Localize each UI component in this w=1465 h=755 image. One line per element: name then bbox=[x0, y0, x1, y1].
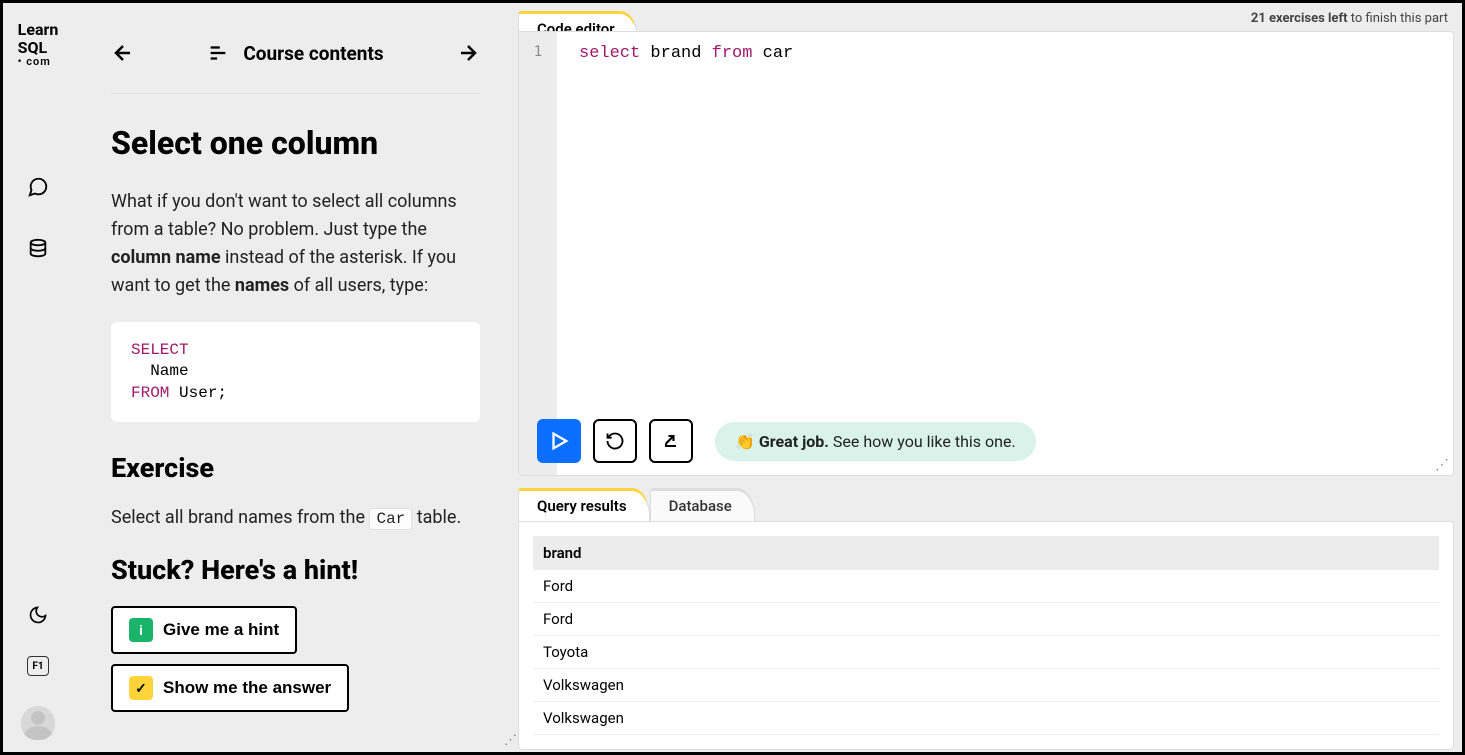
table-row: Ford bbox=[533, 603, 1439, 636]
table-row: Volkswagen bbox=[533, 702, 1439, 735]
code-editor[interactable]: 1 select brand from car 👏 Great job. See… bbox=[518, 31, 1454, 476]
table-row: Toyota bbox=[533, 636, 1439, 669]
results-table: brand FordFordToyotaVolkswagenVolkswagen bbox=[518, 521, 1454, 750]
avatar[interactable] bbox=[21, 706, 55, 740]
feedback-message: 👏 Great job. See how you like this one. bbox=[715, 422, 1036, 461]
editor-resize-handle[interactable]: ⋰ bbox=[1435, 457, 1449, 473]
lightbulb-icon: i bbox=[129, 618, 153, 642]
exercise-text: Select all brand names from the Car tabl… bbox=[111, 504, 480, 532]
help-f1-button[interactable]: F1 bbox=[27, 656, 49, 676]
check-icon: ✓ bbox=[129, 676, 153, 700]
column-header: brand bbox=[533, 536, 1439, 570]
course-contents-button[interactable]: Course contents bbox=[207, 42, 383, 65]
logo[interactable]: Learn SQL • com bbox=[18, 13, 59, 76]
exercises-left: 21 exercises left to finish this part bbox=[1251, 11, 1448, 26]
hint-heading: Stuck? Here's a hint! bbox=[111, 554, 480, 586]
panel-resize-handle[interactable]: ⋰ bbox=[504, 738, 516, 750]
table-row: Ford bbox=[533, 570, 1439, 603]
share-button[interactable] bbox=[649, 419, 693, 463]
table-row: Volkswagen bbox=[533, 669, 1439, 702]
exercise-heading: Exercise bbox=[111, 452, 480, 484]
hint-button[interactable]: i Give me a hint bbox=[111, 606, 297, 654]
reset-button[interactable] bbox=[593, 419, 637, 463]
code-content[interactable]: select brand from car bbox=[579, 44, 793, 63]
database-icon[interactable] bbox=[27, 238, 49, 260]
moon-icon[interactable] bbox=[27, 604, 49, 626]
chat-icon[interactable] bbox=[27, 176, 49, 198]
hint-button-label: Give me a hint bbox=[163, 620, 279, 640]
lesson-title: Select one column bbox=[111, 124, 480, 162]
answer-button[interactable]: ✓ Show me the answer bbox=[111, 664, 349, 712]
database-tab[interactable]: Database bbox=[650, 488, 755, 521]
course-contents-label: Course contents bbox=[243, 42, 383, 65]
line-gutter: 1 bbox=[519, 32, 557, 475]
example-code: SELECT Name FROM User; bbox=[111, 322, 480, 423]
query-results-tab[interactable]: Query results bbox=[518, 488, 650, 521]
prev-button[interactable] bbox=[111, 41, 135, 65]
lesson-paragraph: What if you don't want to select all col… bbox=[111, 188, 480, 300]
answer-button-label: Show me the answer bbox=[163, 678, 331, 698]
run-button[interactable] bbox=[537, 419, 581, 463]
lesson-panel: Course contents Select one column What i… bbox=[73, 3, 518, 752]
next-button[interactable] bbox=[456, 41, 480, 65]
